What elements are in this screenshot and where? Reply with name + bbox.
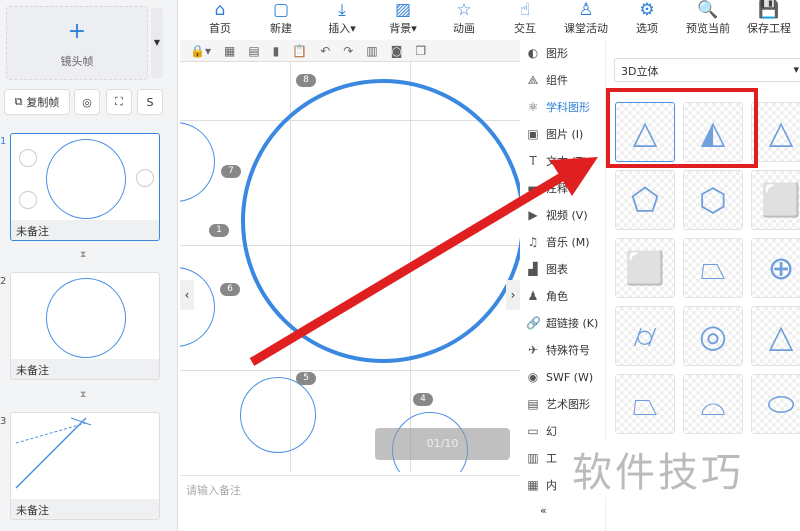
watermark: 软件技巧	[568, 440, 748, 498]
